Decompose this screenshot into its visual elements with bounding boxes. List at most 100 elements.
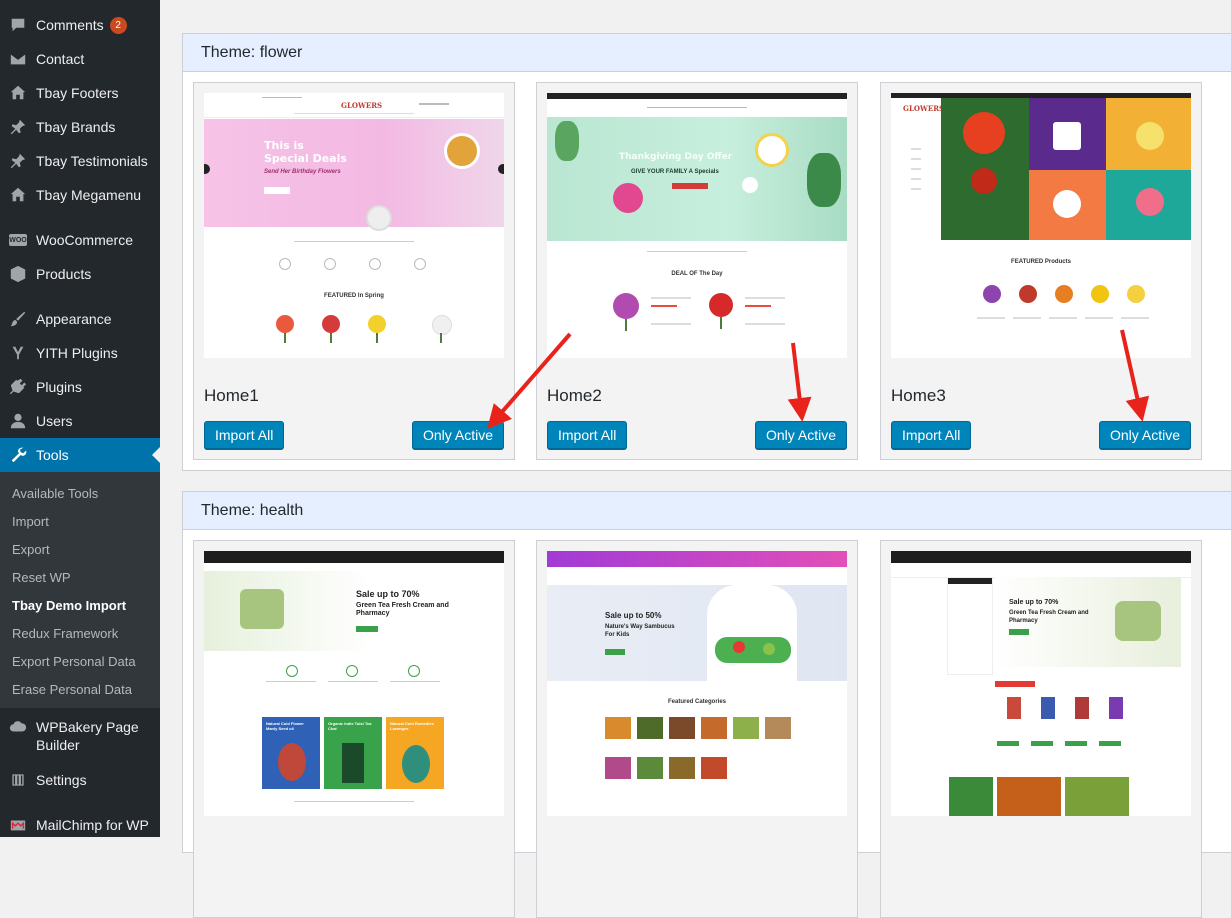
theme-section-health: Theme: health Sale up to 70% Green Tea F… [182,491,1231,918]
preview-section-title: Featured Categories [667,699,727,705]
preview-hero-line2: Special Deals [264,152,347,165]
demo-preview-home2[interactable]: Thankgiving Day Offer GIVE YOUR FAMILY A… [547,93,847,358]
menu-label: MailChimp for WP [36,817,149,833]
menu-label: YITH Plugins [36,345,118,361]
menu-products[interactable]: Products [0,257,160,291]
only-active-button[interactable]: Only Active [411,421,504,449]
pin-icon [0,152,36,170]
demo-preview-home1[interactable]: GLOWERS This is Special Deals Send Her B… [204,93,504,358]
preview-nav: GLOWERS [204,93,504,118]
menu-label: Tbay Megamenu [36,187,142,203]
preview-hero-line1: Sale up to 70% [1009,599,1059,606]
demo-name: Home1 [204,386,259,405]
preview-tile-text: Organic Indie Tulsi Tea Chai [328,721,372,731]
preview-hero-line1: This is [264,139,304,152]
menu-label: Tools [36,447,69,463]
mail-icon [0,50,36,68]
menu-mailchimp[interactable]: MailChimp for WP [0,808,160,837]
menu-appearance[interactable]: Appearance [0,302,160,336]
submenu-erase-personal-data[interactable]: Erase Personal Data [12,675,132,703]
demo-card-home1: GLOWERS This is Special Deals Send Her B… [193,82,515,460]
box-icon [0,265,36,283]
menu-label: Comments [36,17,104,33]
preview-hero-line2: Nature's Way Sambucus For Kids [605,624,675,638]
preview-hero: Sale up to 70% Green Tea Fresh Cream and… [204,571,504,651]
demo-card-health-2: Sale up to 50% Nature's Way Sambucus For… [536,540,858,918]
demo-card-home3: GLOWERS FEATURED Products Home3 Import A… [880,82,1202,460]
only-active-button[interactable]: Only Active [1098,421,1191,449]
submenu-available-tools[interactable]: Available Tools [12,479,98,507]
preview-hero-line1: Sale up to 50% [605,611,662,620]
demo-preview-health-3[interactable]: Sale up to 70% Green Tea Fresh Cream and… [891,551,1191,816]
menu-yith-plugins[interactable]: YITH Plugins [0,336,160,370]
comment-count-badge: 2 [109,16,127,34]
preview-logo: GLOWERS [903,104,945,113]
menu-label: Users [36,413,73,429]
menu-label: Appearance [36,311,112,327]
preview-hero-sub: GIVE YOUR FAMILY A Specials [631,169,719,175]
woo-icon: WOO [0,234,36,246]
menu-tbay-megamenu[interactable]: Tbay Megamenu [0,178,160,212]
menu-woocommerce[interactable]: WOO WooCommerce [0,223,160,257]
menu-tbay-footers[interactable]: Tbay Footers [0,76,160,110]
preview-hero: Sale up to 70% Green Tea Fresh Cream and… [995,577,1181,667]
menu-wpbakery[interactable]: WPBakery Page Builder [0,712,160,764]
menu-label: WooCommerce [36,232,133,248]
preview-section-title: FEATURED Products [1011,259,1071,265]
demo-preview-health-1[interactable]: Sale up to 70% Green Tea Fresh Cream and… [204,551,504,816]
menu-settings[interactable]: Settings [0,763,160,797]
submenu-redux-framework[interactable]: Redux Framework [12,619,118,647]
only-active-button[interactable]: Only Active [754,421,847,449]
cloud-icon [0,718,36,736]
preview-hero: This is Special Deals Send Her Birthday … [204,119,504,231]
preview-hero-line1: Sale up to 70% [356,589,420,599]
menu-label: Contact [36,51,85,67]
submenu-reset-wp[interactable]: Reset WP [12,563,71,591]
submenu-export[interactable]: Export [12,535,50,563]
admin-sidebar: Comments 2 Contact Tbay Footers Tbay Bra… [0,0,160,837]
demo-card-health-1: Sale up to 70% Green Tea Fresh Cream and… [193,540,515,918]
theme-title: Theme: health [183,492,1231,530]
demo-preview-home3[interactable]: GLOWERS FEATURED Products [891,93,1191,358]
demo-name: Home2 [547,386,602,405]
menu-label: Settings [36,772,87,788]
main-content: Theme: flower GLOWERS This is Special De… [160,0,1231,918]
pin-icon [0,118,36,136]
theme-title: Theme: flower [183,34,1231,72]
menu-users[interactable]: Users [0,404,160,438]
preview-section-title: DEAL OF The Day [671,271,723,277]
theme-section-flower: Theme: flower GLOWERS This is Special De… [182,33,1231,471]
preview-hero: Thankgiving Day Offer GIVE YOUR FAMILY A… [547,117,847,241]
menu-contact[interactable]: Contact [0,42,160,76]
preview-hero: Sale up to 50% Nature's Way Sambucus For… [547,585,847,681]
import-all-button[interactable]: Import All [891,421,972,449]
menu-label: Tbay Brands [36,119,116,135]
demo-card-health-3: Sale up to 70% Green Tea Fresh Cream and… [880,540,1202,918]
submenu-import[interactable]: Import [12,507,49,535]
comment-icon [0,16,36,34]
demo-card-home2: Thankgiving Day Offer GIVE YOUR FAMILY A… [536,82,858,460]
preview-section-title: FEATURED In Spring [324,293,384,299]
menu-tbay-testimonials[interactable]: Tbay Testimonials [0,144,160,178]
wrench-icon [0,446,36,464]
demo-preview-health-2[interactable]: Sale up to 50% Nature's Way Sambucus For… [547,551,847,816]
plug-icon [0,378,36,396]
submenu-export-personal-data[interactable]: Export Personal Data [12,647,136,675]
preview-logo: GLOWERS [341,101,383,110]
menu-label: Tbay Footers [36,85,119,101]
mailchimp-icon [0,816,36,834]
preview-hero-line1: Thankgiving Day Offer [619,152,733,162]
menu-label: Plugins [36,379,82,395]
import-all-button[interactable]: Import All [547,421,628,449]
menu-plugins[interactable]: Plugins [0,370,160,404]
submenu-tbay-demo-import[interactable]: Tbay Demo Import [12,591,126,619]
import-all-button[interactable]: Import All [204,421,285,449]
menu-tools[interactable]: Tools [0,438,160,472]
menu-tbay-brands[interactable]: Tbay Brands [0,110,160,144]
menu-comments[interactable]: Comments 2 [0,8,160,42]
tools-submenu: Available Tools Import Export Reset WP T… [0,472,160,708]
preview-hero-line2: Green Tea Fresh Cream and Pharmacy [356,602,449,617]
home-icon [0,84,36,102]
user-icon [0,412,36,430]
preview-tile-text: Natural Cold Remedies Lozenges [390,721,434,731]
